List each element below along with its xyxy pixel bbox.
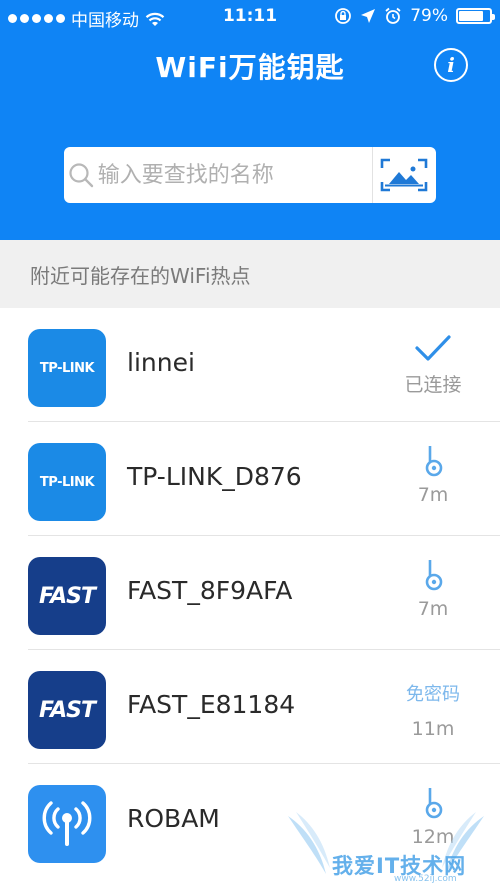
status-label: 已连接	[404, 374, 462, 396]
wifi-list: TP-LINK linnei 已连接 TP-LINK TP-LINK_D876 …	[0, 308, 500, 878]
scan-icon	[381, 158, 428, 192]
section-title: 附近可能存在的WiFi热点	[0, 240, 500, 308]
distance-label: 7m	[417, 484, 449, 506]
password-free-label: 免密码	[406, 684, 460, 705]
location-arrow-icon	[361, 9, 376, 23]
distance-label: 11m	[411, 718, 455, 740]
search-input[interactable]	[97, 155, 372, 195]
app-title: WiFi万能钥匙	[155, 51, 345, 84]
search-bar[interactable]	[64, 147, 436, 203]
wifi-row[interactable]: TP-LINK TP-LINK_D876 7m	[0, 422, 500, 536]
info-icon[interactable]: i	[434, 48, 468, 82]
wifi-status: 7m	[388, 558, 478, 620]
wifi-name: linnei	[127, 348, 195, 377]
key-icon	[425, 560, 443, 591]
wifi-row[interactable]: FAST FAST_8F9AFA 7m	[0, 536, 500, 650]
wifi-antenna-icon	[28, 785, 106, 863]
checkmark-icon	[415, 335, 451, 361]
key-icon	[425, 788, 443, 819]
wifi-status: 已连接	[388, 332, 478, 397]
alarm-clock-icon	[385, 7, 401, 24]
tplink-logo-icon: TP-LINK	[28, 329, 106, 407]
scan-button[interactable]	[371, 147, 436, 203]
battery-level-fill	[459, 11, 483, 21]
wifi-name: ROBAM	[127, 804, 220, 833]
wifi-row[interactable]: TP-LINK linnei 已连接	[0, 308, 500, 422]
wifi-status: 12m	[388, 786, 478, 848]
wifi-name: FAST_8F9AFA	[127, 576, 293, 605]
distance-label: 7m	[417, 598, 449, 620]
battery-icon	[456, 8, 495, 24]
fast-logo-icon: FAST	[28, 557, 106, 635]
tplink-logo-icon: TP-LINK	[28, 443, 106, 521]
app-header: 中国移动 11:11 79% WiFi万能钥匙 i 输入要查找的名称	[0, 0, 500, 240]
wifi-row[interactable]: ROBAM 12m	[0, 764, 500, 878]
wifi-status: 7m	[388, 444, 478, 506]
status-bar: 中国移动 11:11 79%	[0, 0, 500, 34]
rotation-lock-icon	[335, 8, 352, 24]
fast-logo-icon: FAST	[28, 671, 106, 749]
wifi-row[interactable]: FAST FAST_E81184 免密码 11m	[0, 650, 500, 764]
key-icon	[425, 446, 443, 477]
distance-label: 12m	[411, 826, 455, 848]
battery-percentage: 79%	[410, 6, 448, 26]
wifi-name: TP-LINK_D876	[127, 462, 302, 491]
wifi-status: 免密码 11m	[388, 680, 478, 740]
status-right: 79%	[334, 6, 495, 26]
search-icon	[64, 147, 98, 203]
wifi-name: FAST_E81184	[127, 690, 296, 719]
